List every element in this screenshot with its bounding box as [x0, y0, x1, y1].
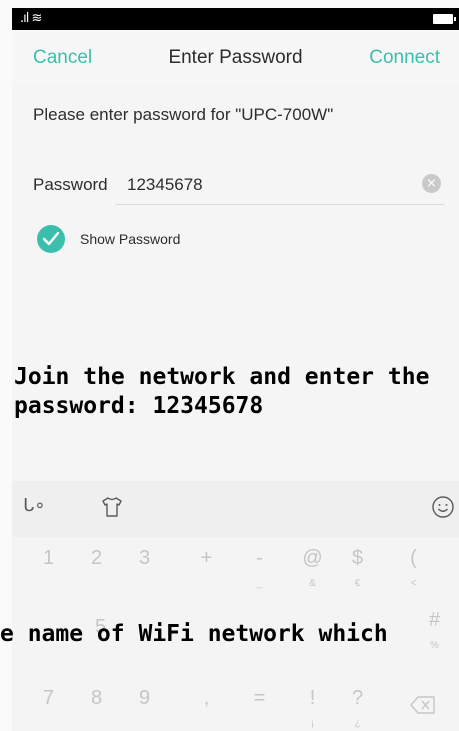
clear-icon[interactable]: ×: [422, 174, 441, 193]
keyboard-toolbar: ᒐ∘: [12, 481, 459, 537]
dialog-header: Cancel Enter Password Connect: [12, 30, 459, 86]
overlay-caption-top: Join the network and enter the password:…: [14, 363, 429, 421]
keyboard-key[interactable]: 3: [120, 537, 169, 593]
keyboard-key[interactable]: @ &: [288, 537, 337, 593]
overlay-caption-bottom: e name of WiFi network which: [0, 621, 388, 647]
key-sublabel: ¡: [310, 718, 315, 729]
key-label: 9: [138, 687, 151, 709]
key-label: 2: [90, 547, 103, 569]
shirt-icon[interactable]: [100, 495, 124, 523]
screen: .ıl ≋ Cancel Enter Password Connect Plea…: [0, 0, 459, 731]
key-sublabel: &: [309, 578, 316, 589]
handwriting-icon[interactable]: ᒐ∘: [23, 495, 46, 516]
keyboard-key[interactable]: - _: [235, 537, 284, 593]
checkmark-icon: [43, 232, 59, 246]
key-hash-sub: %: [430, 640, 439, 651]
key-sublabel: <: [410, 578, 417, 589]
keyboard-key[interactable]: 7: [24, 677, 73, 731]
password-prompt: Please enter password for "UPC-700W": [33, 105, 334, 124]
key-label: =: [253, 687, 266, 709]
key-label: (: [410, 547, 417, 569]
key-hash[interactable]: # %: [410, 599, 459, 655]
key-label: ): [439, 537, 459, 579]
key-sublabel: _: [256, 578, 263, 589]
password-input[interactable]: 12345678: [127, 175, 203, 195]
connect-button[interactable]: Connect: [369, 47, 440, 69]
status-bar: .ıl ≋: [12, 8, 459, 30]
caption-line-2: password: 12345678: [14, 393, 264, 419]
key-sublabel: ¿: [354, 718, 361, 729]
keyboard-key[interactable]: ! ¡: [288, 677, 337, 731]
key-label: 8: [90, 687, 103, 709]
key-label: 1: [42, 547, 55, 569]
keyboard-key[interactable]: 2: [72, 537, 121, 593]
key-label: ,: [203, 687, 210, 709]
key-label: 7: [42, 687, 55, 709]
key-label: !: [309, 687, 316, 709]
key-label: 3: [138, 547, 151, 569]
keyboard-key[interactable]: ,: [182, 677, 231, 731]
backspace-icon[interactable]: [398, 677, 447, 731]
key-label: ?: [351, 687, 364, 709]
keyboard-key[interactable]: 8: [72, 677, 121, 731]
emoji-icon[interactable]: [431, 495, 455, 523]
keyboard-key[interactable]: =: [235, 677, 284, 731]
key-label: -: [256, 547, 263, 569]
caption-line-1: Join the network and enter the: [14, 364, 430, 390]
password-form: Please enter password for "UPC-700W" Pas…: [12, 86, 459, 481]
keyboard-key[interactable]: 1: [24, 537, 73, 593]
key-label: $: [351, 547, 364, 569]
keyboard-key[interactable]: 9: [120, 677, 169, 731]
keyboard-key[interactable]: )>: [439, 537, 459, 593]
password-label: Password: [33, 175, 108, 194]
key-label: +: [200, 547, 213, 569]
key-sublabel: >: [439, 579, 459, 589]
key-sublabel: €: [354, 578, 361, 589]
keyboard-key[interactable]: $ €: [333, 537, 382, 593]
keyboard-key[interactable]: +: [182, 537, 231, 593]
keyboard-key[interactable]: (<: [389, 537, 438, 593]
signal-icon: .ıl ≋: [20, 11, 42, 26]
show-password-checkbox[interactable]: [37, 225, 65, 253]
key-label: @: [302, 547, 323, 569]
key-hash-label: #: [428, 609, 441, 631]
battery-icon: [433, 14, 456, 24]
password-underline: [115, 204, 445, 205]
keyboard-key[interactable]: ? ¿: [333, 677, 382, 731]
show-password-label: Show Password: [80, 231, 181, 247]
